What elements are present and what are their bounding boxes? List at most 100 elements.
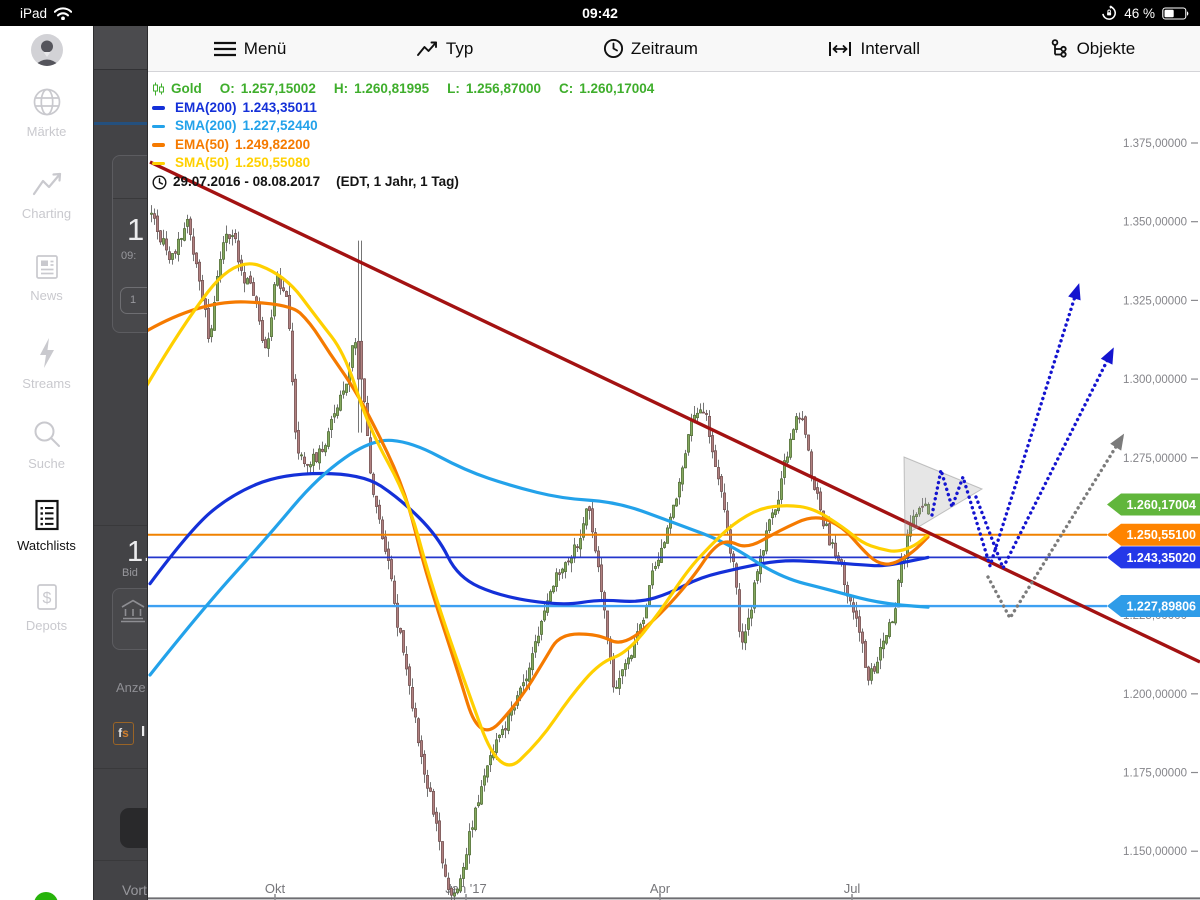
fs-text-fragment: I xyxy=(141,723,145,740)
anzeige-fragment: Anze xyxy=(116,680,146,695)
svg-text:1.300,00000: 1.300,00000 xyxy=(1123,374,1187,386)
dollar-icon: $ xyxy=(33,582,61,612)
low-value: 1.256,87000 xyxy=(466,80,541,99)
price-chart[interactable]: OktJan '17AprJul1.375,000001.350,000001.… xyxy=(148,72,1200,900)
sidebar-item-label: News xyxy=(0,288,93,303)
indicator-name: EMA(50) xyxy=(175,136,229,155)
menu-label: Menü xyxy=(244,39,287,59)
ohlc-legend-row: Gold O: 1.257,15002 H: 1.260,81995 L: 1.… xyxy=(152,80,654,99)
panel-badge-button[interactable]: 1 xyxy=(120,287,148,314)
sidebar-item-label: Suche xyxy=(0,456,93,471)
sidebar-item-label: Streams xyxy=(0,376,93,391)
chart-toolbar: Menü Typ Zeitraum Intervall xyxy=(148,26,1200,72)
indicator-name: EMA(200) xyxy=(175,99,237,118)
objects-button[interactable]: Objekte xyxy=(1050,38,1136,59)
panel-badge-label: 1 xyxy=(130,294,136,306)
indicator-row-3: SMA(50) 1.250,55080 xyxy=(152,154,654,173)
svg-text:1.250,55100: 1.250,55100 xyxy=(1126,528,1196,542)
panel-time-fragment: 09: xyxy=(121,250,136,262)
indicator-value: 1.243,35011 xyxy=(243,99,317,118)
sidebar-item-watchlists[interactable]: Watchlists xyxy=(0,498,93,553)
watchlist-panel-dimmed: 1. 09: 1 1. Bid Anze fs I Vort xyxy=(93,26,148,900)
interval-button[interactable]: Intervall xyxy=(827,39,920,59)
svg-text:1.243,35020: 1.243,35020 xyxy=(1126,551,1196,565)
chart-line-icon xyxy=(30,170,64,200)
svg-text:1.350,00000: 1.350,00000 xyxy=(1123,217,1187,229)
indicator-value: 1.227,52440 xyxy=(243,117,318,136)
indicator-name: SMA(50) xyxy=(175,154,229,173)
battery-icon xyxy=(1162,7,1190,20)
ema50-swatch xyxy=(152,143,165,147)
indicator-row-1: SMA(200) 1.227,52440 xyxy=(152,117,654,136)
clock-time: 09:42 xyxy=(0,5,1200,21)
close-value: 1.260,17004 xyxy=(579,80,654,99)
svg-text:$: $ xyxy=(42,590,51,607)
svg-text:1.275,00000: 1.275,00000 xyxy=(1123,453,1187,465)
lightning-icon xyxy=(33,336,61,370)
status-bar: iPad 09:42 46 % xyxy=(0,0,1200,26)
divider xyxy=(113,198,148,199)
svg-text:Okt: Okt xyxy=(265,881,286,896)
interval-icon xyxy=(827,39,853,59)
avatar-icon xyxy=(30,33,64,67)
news-icon xyxy=(32,252,62,282)
search-icon xyxy=(31,418,63,450)
sidebar-item-label: Charting xyxy=(0,206,93,221)
indicator-value: 1.250,55080 xyxy=(235,154,310,173)
vortag-fragment: Vort xyxy=(122,882,147,898)
low-label: L: xyxy=(447,80,460,99)
high-label: H: xyxy=(334,80,348,99)
objects-icon xyxy=(1050,38,1070,59)
chart-type-label: Typ xyxy=(446,39,473,59)
open-label: O: xyxy=(220,80,235,99)
objects-label: Objekte xyxy=(1077,39,1136,59)
chart-type-button[interactable]: Typ xyxy=(416,39,473,59)
menu-button[interactable]: Menü xyxy=(213,39,287,59)
fs-logo: fs xyxy=(113,722,134,745)
panel-accent-line xyxy=(94,122,148,125)
clock-icon xyxy=(152,175,167,190)
period-detail: (EDT, 1 Jahr, 1 Tag) xyxy=(336,173,459,192)
sidebar-item-charting[interactable]: Charting xyxy=(0,170,93,221)
sidebar-item-depots[interactable]: $ Depots xyxy=(0,582,93,633)
svg-text:1.375,00000: 1.375,00000 xyxy=(1123,138,1187,150)
panel-dark-button[interactable] xyxy=(120,808,148,848)
globe-icon xyxy=(31,86,63,118)
watchlist-icon xyxy=(32,498,62,532)
interval-label: Intervall xyxy=(860,39,920,59)
divider xyxy=(94,860,148,861)
open-value: 1.257,15002 xyxy=(241,80,316,99)
svg-text:1.175,00000: 1.175,00000 xyxy=(1123,768,1187,780)
high-value: 1.260,81995 xyxy=(354,80,429,99)
panel-price-fragment: 1. xyxy=(127,536,148,569)
indicator-row-2: EMA(50) 1.249,82200 xyxy=(152,136,654,155)
divider xyxy=(94,525,148,526)
sma50-swatch xyxy=(152,162,165,166)
status-dot xyxy=(34,892,58,900)
clock-icon xyxy=(603,38,624,59)
indicator-value: 1.249,82200 xyxy=(235,136,310,155)
svg-text:1.227,89806: 1.227,89806 xyxy=(1126,600,1196,614)
sidebar-item-news[interactable]: News xyxy=(0,252,93,303)
sidebar-item-label: Märkte xyxy=(0,124,93,139)
rotation-lock-icon xyxy=(1101,5,1117,21)
sidebar-item-maerkte[interactable]: Märkte xyxy=(0,86,93,139)
avatar[interactable] xyxy=(0,33,93,70)
hamburger-icon xyxy=(213,39,237,59)
sidebar-item-label: Depots xyxy=(0,618,93,633)
svg-text:1.200,00000: 1.200,00000 xyxy=(1123,689,1187,701)
bid-label: Bid xyxy=(122,567,138,579)
svg-text:1.150,00000: 1.150,00000 xyxy=(1123,846,1187,858)
svg-text:Jul: Jul xyxy=(844,881,861,896)
period-range-row: 29.07.2016 - 08.08.2017 (EDT, 1 Jahr, 1 … xyxy=(152,173,654,192)
period-label: Zeitraum xyxy=(631,39,698,59)
sidebar-item-suche[interactable]: Suche xyxy=(0,418,93,471)
period-button[interactable]: Zeitraum xyxy=(603,38,698,59)
instrument-name: Gold xyxy=(171,80,202,99)
ema200-swatch xyxy=(152,106,165,110)
bank-icon xyxy=(119,598,147,624)
sidebar-item-streams[interactable]: Streams xyxy=(0,336,93,391)
panel-price-fragment: 1. xyxy=(127,212,148,248)
line-type-icon xyxy=(416,39,439,59)
sidebar-item-label: Watchlists xyxy=(0,538,93,553)
